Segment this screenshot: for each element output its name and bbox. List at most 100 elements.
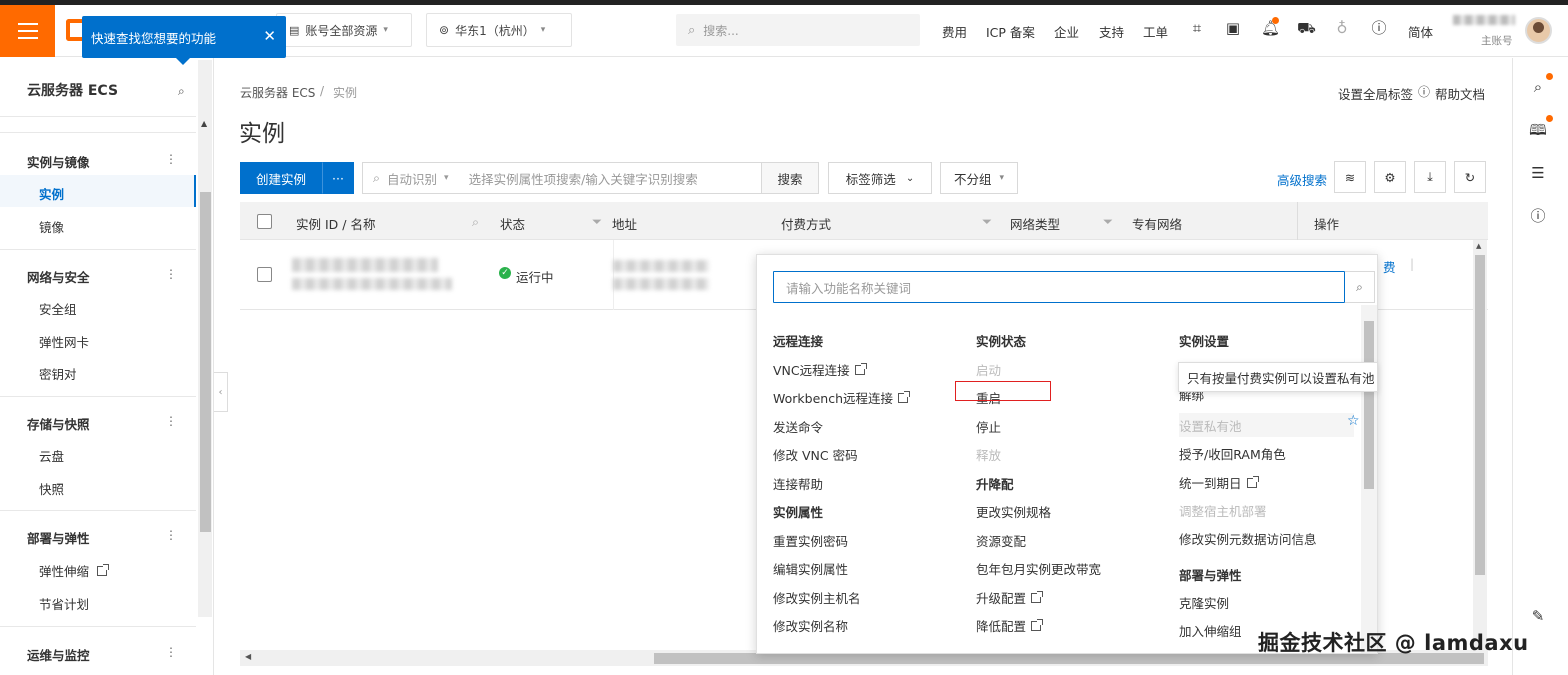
nav-fee[interactable]: 费用 bbox=[942, 22, 967, 41]
kebab-icon[interactable]: ⋮ bbox=[165, 152, 177, 166]
region-select[interactable]: ⊚ 华东1（杭州） ▾ bbox=[426, 13, 572, 47]
popup-menu-item[interactable]: 克隆实例 bbox=[1179, 593, 1229, 612]
popup-menu-item[interactable]: 重置实例密码 bbox=[773, 531, 848, 550]
auto-detect-label[interactable]: 自动识别 bbox=[387, 169, 437, 188]
row-checkbox[interactable] bbox=[257, 267, 272, 282]
create-instance-button[interactable]: 创建实例 bbox=[240, 162, 322, 194]
popup-menu-item[interactable]: 修改实例主机名 bbox=[773, 588, 861, 607]
popup-menu-item[interactable]: 修改实例名称 bbox=[773, 616, 848, 635]
sidebar-section-deploy-elastic[interactable]: 部署与弹性 bbox=[27, 528, 90, 547]
sidebar-section-instances-images[interactable]: 实例与镜像 bbox=[27, 152, 90, 171]
popup-menu-item[interactable]: 升级配置 bbox=[976, 588, 1044, 607]
popup-menu-item[interactable]: 修改 VNC 密码 bbox=[773, 445, 858, 464]
terminal-icon[interactable]: ▣ bbox=[1224, 19, 1242, 37]
language-switch[interactable]: 简体 bbox=[1408, 22, 1433, 41]
popup-menu-item[interactable]: 更改实例规格 bbox=[976, 502, 1051, 521]
edit-icon[interactable]: ✎ bbox=[1529, 607, 1547, 625]
select-all-checkbox[interactable] bbox=[257, 214, 272, 229]
popup-menu-item[interactable]: 授予/收回RAM角色 bbox=[1179, 444, 1286, 463]
sidebar-item-eni[interactable]: 弹性网卡 bbox=[39, 332, 89, 351]
scroll-up-arrow-icon[interactable]: ▲ bbox=[201, 119, 207, 128]
popup-scroll-thumb[interactable] bbox=[1364, 321, 1374, 489]
sidebar-item-savings-plan[interactable]: 节省计划 bbox=[39, 594, 89, 613]
popup-menu-item[interactable]: 连接帮助 bbox=[773, 474, 823, 493]
popup-menu-item[interactable]: 降低配置 bbox=[976, 616, 1044, 635]
kebab-icon[interactable]: ⋮ bbox=[165, 645, 177, 659]
instance-id-blurred[interactable] bbox=[292, 258, 438, 272]
help-docs-link[interactable]: 帮助文档 bbox=[1435, 84, 1485, 103]
sidebar-item-instances[interactable]: 实例 bbox=[39, 184, 64, 203]
sidebar-section-ops-monitoring[interactable]: 运维与监控 bbox=[27, 645, 90, 664]
search-icon[interactable]: ⌕ bbox=[472, 214, 479, 230]
sidebar-section-network-security[interactable]: 网络与安全 bbox=[27, 267, 90, 286]
sidebar-item-images[interactable]: 镜像 bbox=[39, 217, 64, 236]
popup-menu-item[interactable]: 编辑实例属性 bbox=[773, 559, 848, 578]
popup-menu-item[interactable]: 发送命令 bbox=[773, 417, 823, 436]
scroll-up-arrow-icon[interactable]: ▲ bbox=[1476, 242, 1481, 250]
global-search-input[interactable]: ⌕ 搜索... bbox=[676, 14, 920, 46]
grouping-select[interactable]: 不分组 ▾ bbox=[940, 162, 1018, 194]
filter-icon[interactable]: ⏷ bbox=[1103, 214, 1113, 230]
sidebar-item-autoscaling[interactable]: 弹性伸缩 bbox=[39, 561, 110, 580]
sidebar-collapse-button[interactable]: ‹ bbox=[214, 372, 228, 412]
star-icon[interactable]: ☆ bbox=[1347, 413, 1360, 429]
feature-search-input[interactable]: 请输入功能名称关键词 bbox=[773, 271, 1345, 303]
instance-filter-input[interactable]: ⌕ 自动识别 ▾ 选择实例属性项搜索/输入关键字识别搜索 bbox=[362, 162, 762, 194]
sidebar-section-storage-snapshot[interactable]: 存储与快照 bbox=[27, 414, 90, 433]
popup-item-label: 部署与弹性 bbox=[1179, 568, 1242, 583]
gear-icon[interactable]: ⚙ bbox=[1374, 161, 1406, 193]
layers-icon[interactable]: ≋ bbox=[1334, 161, 1366, 193]
nav-ticket[interactable]: 工单 bbox=[1143, 22, 1168, 41]
popup-menu-item[interactable]: 包年包月实例更改带宽 bbox=[976, 559, 1101, 578]
filter-icon[interactable]: ⏷ bbox=[982, 214, 992, 230]
popup-menu-item: 释放 bbox=[976, 445, 1001, 464]
popup-menu-item[interactable]: 修改实例元数据访问信息 bbox=[1179, 529, 1317, 548]
close-icon[interactable]: ✕ bbox=[263, 27, 276, 45]
avatar[interactable] bbox=[1525, 17, 1552, 44]
help-icon[interactable]: ⓘ bbox=[1370, 19, 1388, 37]
search-button[interactable]: 搜索 bbox=[761, 162, 819, 194]
popup-menu-item[interactable]: 加入伸缩组 bbox=[1179, 621, 1242, 640]
kebab-icon[interactable]: ⋮ bbox=[165, 414, 177, 428]
cart-icon[interactable]: ⛟ bbox=[1297, 19, 1316, 37]
popup-menu-item[interactable]: VNC远程连接 bbox=[773, 360, 867, 379]
nav-enterprise[interactable]: 企业 bbox=[1054, 22, 1079, 41]
action-link-partial[interactable]: 费 bbox=[1383, 257, 1396, 276]
sidebar-item-snapshot[interactable]: 快照 bbox=[39, 479, 64, 498]
chip-icon[interactable]: ⌗ bbox=[1188, 19, 1206, 37]
tag-filter-button[interactable]: 标签筛选 ⌄ bbox=[828, 162, 932, 194]
chevron-down-icon: ▾ bbox=[999, 173, 1005, 183]
checklist-icon[interactable]: ☰ bbox=[1529, 164, 1547, 182]
search-icon[interactable]: ⌕ bbox=[1529, 78, 1547, 96]
book-icon[interactable]: 🕮︎ bbox=[1529, 121, 1547, 139]
scroll-left-arrow-icon[interactable]: ◀ bbox=[245, 652, 251, 661]
menu-toggle-button[interactable] bbox=[0, 5, 55, 57]
sidebar-item-security-group[interactable]: 安全组 bbox=[39, 299, 77, 318]
advanced-search-link[interactable]: 高级搜索 bbox=[1277, 170, 1327, 189]
create-more-button[interactable]: ··· bbox=[322, 162, 354, 194]
table-vertical-scroll-thumb[interactable] bbox=[1475, 255, 1485, 575]
nav-icp[interactable]: ICP 备案 bbox=[986, 22, 1035, 41]
search-icon[interactable]: ⌕ bbox=[178, 84, 185, 99]
popup-menu-item[interactable]: 停止 bbox=[976, 417, 1001, 436]
popup-menu-item[interactable]: Workbench远程连接 bbox=[773, 388, 910, 407]
sidebar-item-keypair[interactable]: 密钥对 bbox=[39, 364, 77, 383]
tip-arrow bbox=[176, 58, 190, 65]
filter-icon[interactable]: ⏷ bbox=[592, 214, 602, 230]
sidebar-item-disk[interactable]: 云盘 bbox=[39, 446, 64, 465]
global-tags-link[interactable]: 设置全局标签 bbox=[1338, 84, 1413, 103]
popup-menu-item[interactable]: 统一到期日 bbox=[1179, 473, 1259, 492]
kebab-icon[interactable]: ⋮ bbox=[165, 267, 177, 281]
download-icon[interactable]: ⤓ bbox=[1414, 161, 1446, 193]
account-scope-select[interactable]: ▤ 账号全部资源 ▾ bbox=[276, 13, 412, 47]
nav-support[interactable]: 支持 bbox=[1099, 22, 1124, 41]
popup-menu-item[interactable]: 资源变配 bbox=[976, 531, 1026, 550]
search-icon[interactable]: ⌕ bbox=[1345, 271, 1375, 303]
help-icon[interactable]: ⓘ bbox=[1529, 207, 1547, 225]
bulb-icon[interactable]: ♁ bbox=[1333, 19, 1351, 37]
kebab-icon[interactable]: ⋮ bbox=[165, 528, 177, 542]
breadcrumb-root[interactable]: 云服务器 ECS bbox=[240, 84, 315, 101]
sidebar-scroll-thumb[interactable] bbox=[200, 192, 211, 532]
refresh-icon[interactable]: ↻ bbox=[1454, 161, 1486, 193]
notification-dot bbox=[1272, 17, 1279, 24]
